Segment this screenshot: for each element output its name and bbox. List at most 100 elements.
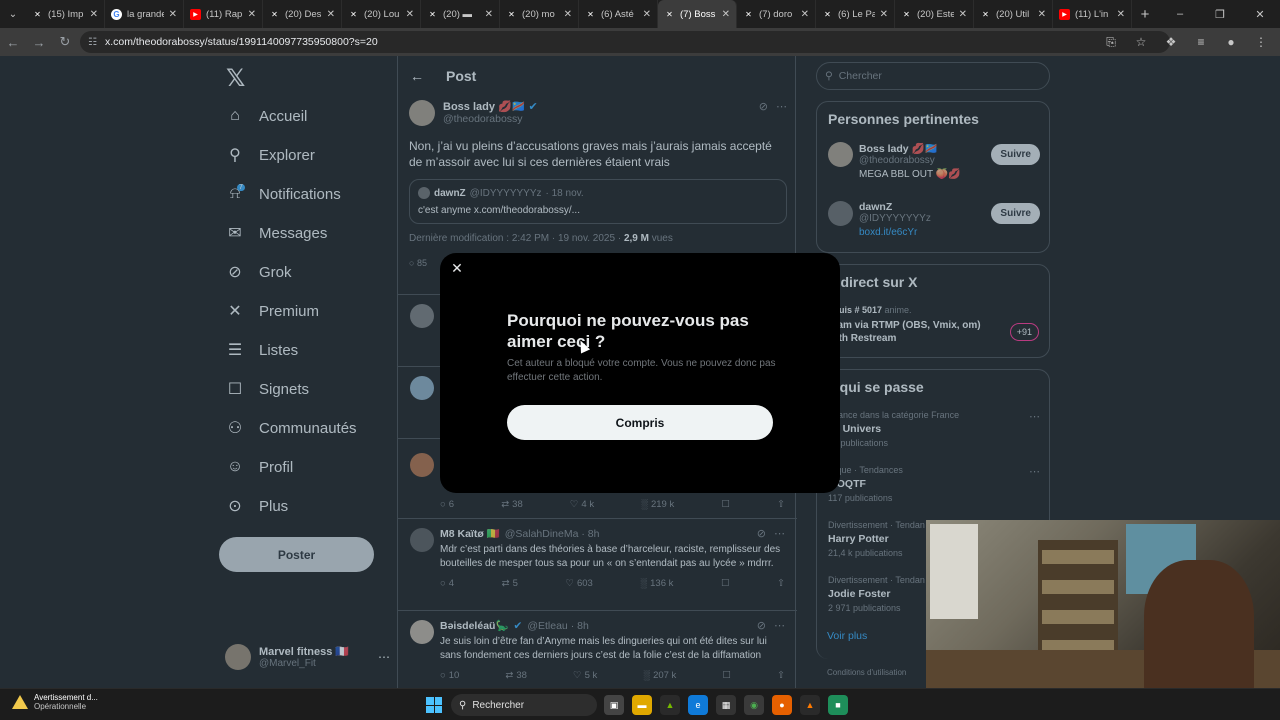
taskbar-search-label: Rechercher bbox=[472, 699, 525, 711]
browser-tab[interactable]: ✕ (6) Asté ✕ bbox=[579, 0, 658, 28]
browser-tab[interactable]: ✕ (20) mo ✕ bbox=[500, 0, 579, 28]
tab-close-icon[interactable]: ✕ bbox=[485, 9, 493, 20]
restore-icon[interactable]: ❐ bbox=[1200, 0, 1240, 28]
browser-tab[interactable]: ▶ (11) Rap ✕ bbox=[184, 0, 263, 28]
new-tab-button[interactable]: + bbox=[1132, 6, 1158, 23]
x-icon: ✕ bbox=[350, 9, 357, 19]
profile-icon[interactable]: ● bbox=[1216, 35, 1246, 49]
install-icon[interactable]: ⎘ bbox=[1096, 35, 1126, 50]
warning-notification[interactable]: Avertissement d... Opérationnelle bbox=[12, 693, 98, 711]
tab-title: (20) Util bbox=[996, 8, 1030, 20]
tab-title: la grande bbox=[127, 8, 164, 20]
browser-tab[interactable]: ✕ (20) Des ✕ bbox=[263, 0, 342, 28]
taskbar: Avertissement d... Opérationnelle ⚲ Reche… bbox=[0, 688, 1280, 720]
understood-button[interactable]: Compris bbox=[507, 405, 773, 440]
site-info-icon[interactable]: ☷ bbox=[88, 37, 97, 48]
tab-search-icon[interactable]: ⌄ bbox=[0, 0, 26, 28]
tab-title: (20) Des bbox=[285, 8, 322, 20]
tab-close-icon[interactable]: ✕ bbox=[959, 9, 967, 20]
youtube-icon: ▶ bbox=[190, 8, 201, 20]
tab-title: (20) Este bbox=[917, 8, 954, 20]
browser-tab[interactable]: ▶ (11) L'in ✕ bbox=[1053, 0, 1132, 28]
x-icon: ✕ bbox=[508, 9, 515, 19]
youtube-icon: ▶ bbox=[1059, 8, 1070, 20]
x-icon: ✕ bbox=[587, 9, 594, 19]
edge-icon[interactable]: e bbox=[688, 695, 708, 715]
tab-close-icon[interactable]: ✕ bbox=[327, 9, 335, 20]
app-icon[interactable]: ■ bbox=[828, 695, 848, 715]
search-icon: ⚲ bbox=[459, 699, 467, 711]
browser-tab[interactable]: ✕ (15) Imp ✕ bbox=[26, 0, 105, 28]
browser-tab[interactable]: ✕ (7) Boss ✕ bbox=[658, 0, 737, 28]
reload-icon[interactable]: ↻ bbox=[52, 28, 78, 56]
tab-close-icon[interactable]: ✕ bbox=[1038, 9, 1046, 20]
dialog-title: Pourquoi ne pouvez-vous pas aimer ceci ? bbox=[507, 311, 749, 351]
webcam-person bbox=[1144, 560, 1254, 688]
tab-close-icon[interactable]: ✕ bbox=[643, 9, 651, 20]
tab-strip: ⌄ ✕ (15) Imp ✕ Gla grande ✕ ▶ (11) Rap ✕ ✕ (20) D… bbox=[0, 0, 1280, 28]
tab-close-icon[interactable]: ✕ bbox=[722, 9, 730, 20]
minimize-icon[interactable]: – bbox=[1160, 0, 1200, 28]
tab-title: (20) ▬ bbox=[443, 8, 473, 20]
tab-close-icon[interactable]: ✕ bbox=[1117, 9, 1125, 20]
warning-title: Avertissement d... bbox=[34, 693, 98, 702]
x-icon: ✕ bbox=[666, 9, 673, 19]
extensions-icon[interactable]: ❖ bbox=[1156, 35, 1186, 49]
tab-title: (6) Le Pa bbox=[838, 8, 875, 20]
back-icon[interactable]: ← bbox=[0, 28, 26, 56]
url-text: x.com/theodorabossy/status/1991140097735… bbox=[104, 36, 378, 48]
blocked-dialog: ✕ Pourquoi ne pouvez-vous pas aimer ceci… bbox=[440, 253, 840, 493]
x-icon: ✕ bbox=[903, 9, 910, 19]
browser-tab[interactable]: ✕ (6) Le Pa ✕ bbox=[816, 0, 895, 28]
x-icon: ✕ bbox=[34, 9, 41, 19]
browser-tab[interactable]: ✕ (20) Lou ✕ bbox=[342, 0, 421, 28]
browser-toolbar: ← → ↻ ☷ x.com/theodorabossy/status/19911… bbox=[0, 28, 1280, 56]
forward-icon[interactable]: → bbox=[26, 28, 52, 56]
tab-title: (20) Lou bbox=[364, 8, 400, 20]
tab-title: (7) doro bbox=[759, 8, 793, 20]
taskbar-apps: ▣ ▬ ▲ e ▦ ◉ ● ▲ ■ bbox=[604, 695, 848, 715]
nvidia-icon[interactable]: ▲ bbox=[660, 695, 680, 715]
browser-tab[interactable]: Gla grande ✕ bbox=[105, 0, 184, 28]
webcam-overlay bbox=[926, 520, 1280, 688]
vlc-icon[interactable]: ▲ bbox=[800, 695, 820, 715]
warning-icon bbox=[12, 695, 28, 709]
tab-title: (11) Rap bbox=[206, 8, 243, 20]
x-icon: ✕ bbox=[982, 9, 989, 19]
close-window-icon[interactable]: ✕ bbox=[1240, 0, 1280, 28]
tab-title: (15) Imp bbox=[48, 8, 84, 20]
file-explorer-icon[interactable]: ▬ bbox=[632, 695, 652, 715]
tab-close-icon[interactable]: ✕ bbox=[248, 9, 256, 20]
start-icon[interactable] bbox=[426, 697, 442, 713]
tab-close-icon[interactable]: ✕ bbox=[880, 9, 888, 20]
x-icon: ✕ bbox=[271, 9, 278, 19]
chrome-icon[interactable]: ◉ bbox=[744, 695, 764, 715]
tab-title: (20) mo bbox=[522, 8, 555, 20]
webcam-window bbox=[930, 524, 978, 619]
tab-close-icon[interactable]: ✕ bbox=[801, 9, 809, 20]
close-icon[interactable]: ✕ bbox=[450, 261, 464, 275]
tab-close-icon[interactable]: ✕ bbox=[90, 9, 98, 20]
browser-tab[interactable]: ✕ (7) doro ✕ bbox=[737, 0, 816, 28]
x-icon: ✕ bbox=[745, 9, 752, 19]
browser-tab[interactable]: ✕ (20) Util ✕ bbox=[974, 0, 1053, 28]
browser-tab[interactable]: ✕ (20) Este ✕ bbox=[895, 0, 974, 28]
taskbar-search[interactable]: ⚲ Rechercher bbox=[451, 694, 597, 716]
menu-icon[interactable]: ⋮ bbox=[1246, 35, 1276, 49]
task-view-icon[interactable]: ▣ bbox=[604, 695, 624, 715]
tab-close-icon[interactable]: ✕ bbox=[169, 9, 177, 20]
x-icon: ✕ bbox=[824, 9, 831, 19]
google-icon: G bbox=[111, 8, 122, 20]
tab-title: (7) Boss bbox=[680, 8, 716, 20]
address-bar[interactable]: ☷ x.com/theodorabossy/status/19911400977… bbox=[80, 31, 1170, 53]
tab-close-icon[interactable]: ✕ bbox=[564, 9, 572, 20]
store-icon[interactable]: ▦ bbox=[716, 695, 736, 715]
bookmark-star-icon[interactable]: ☆ bbox=[1126, 35, 1156, 49]
media-icon[interactable]: ≡ bbox=[1186, 35, 1216, 49]
x-icon: ✕ bbox=[429, 9, 436, 19]
browser-tab[interactable]: ✕ (20) ▬ ✕ bbox=[421, 0, 500, 28]
firefox-icon[interactable]: ● bbox=[772, 695, 792, 715]
tab-close-icon[interactable]: ✕ bbox=[406, 9, 414, 20]
warning-subtitle: Opérationnelle bbox=[34, 702, 87, 711]
dialog-text: Cet auteur a bloqué votre compte. Vous n… bbox=[507, 358, 776, 383]
